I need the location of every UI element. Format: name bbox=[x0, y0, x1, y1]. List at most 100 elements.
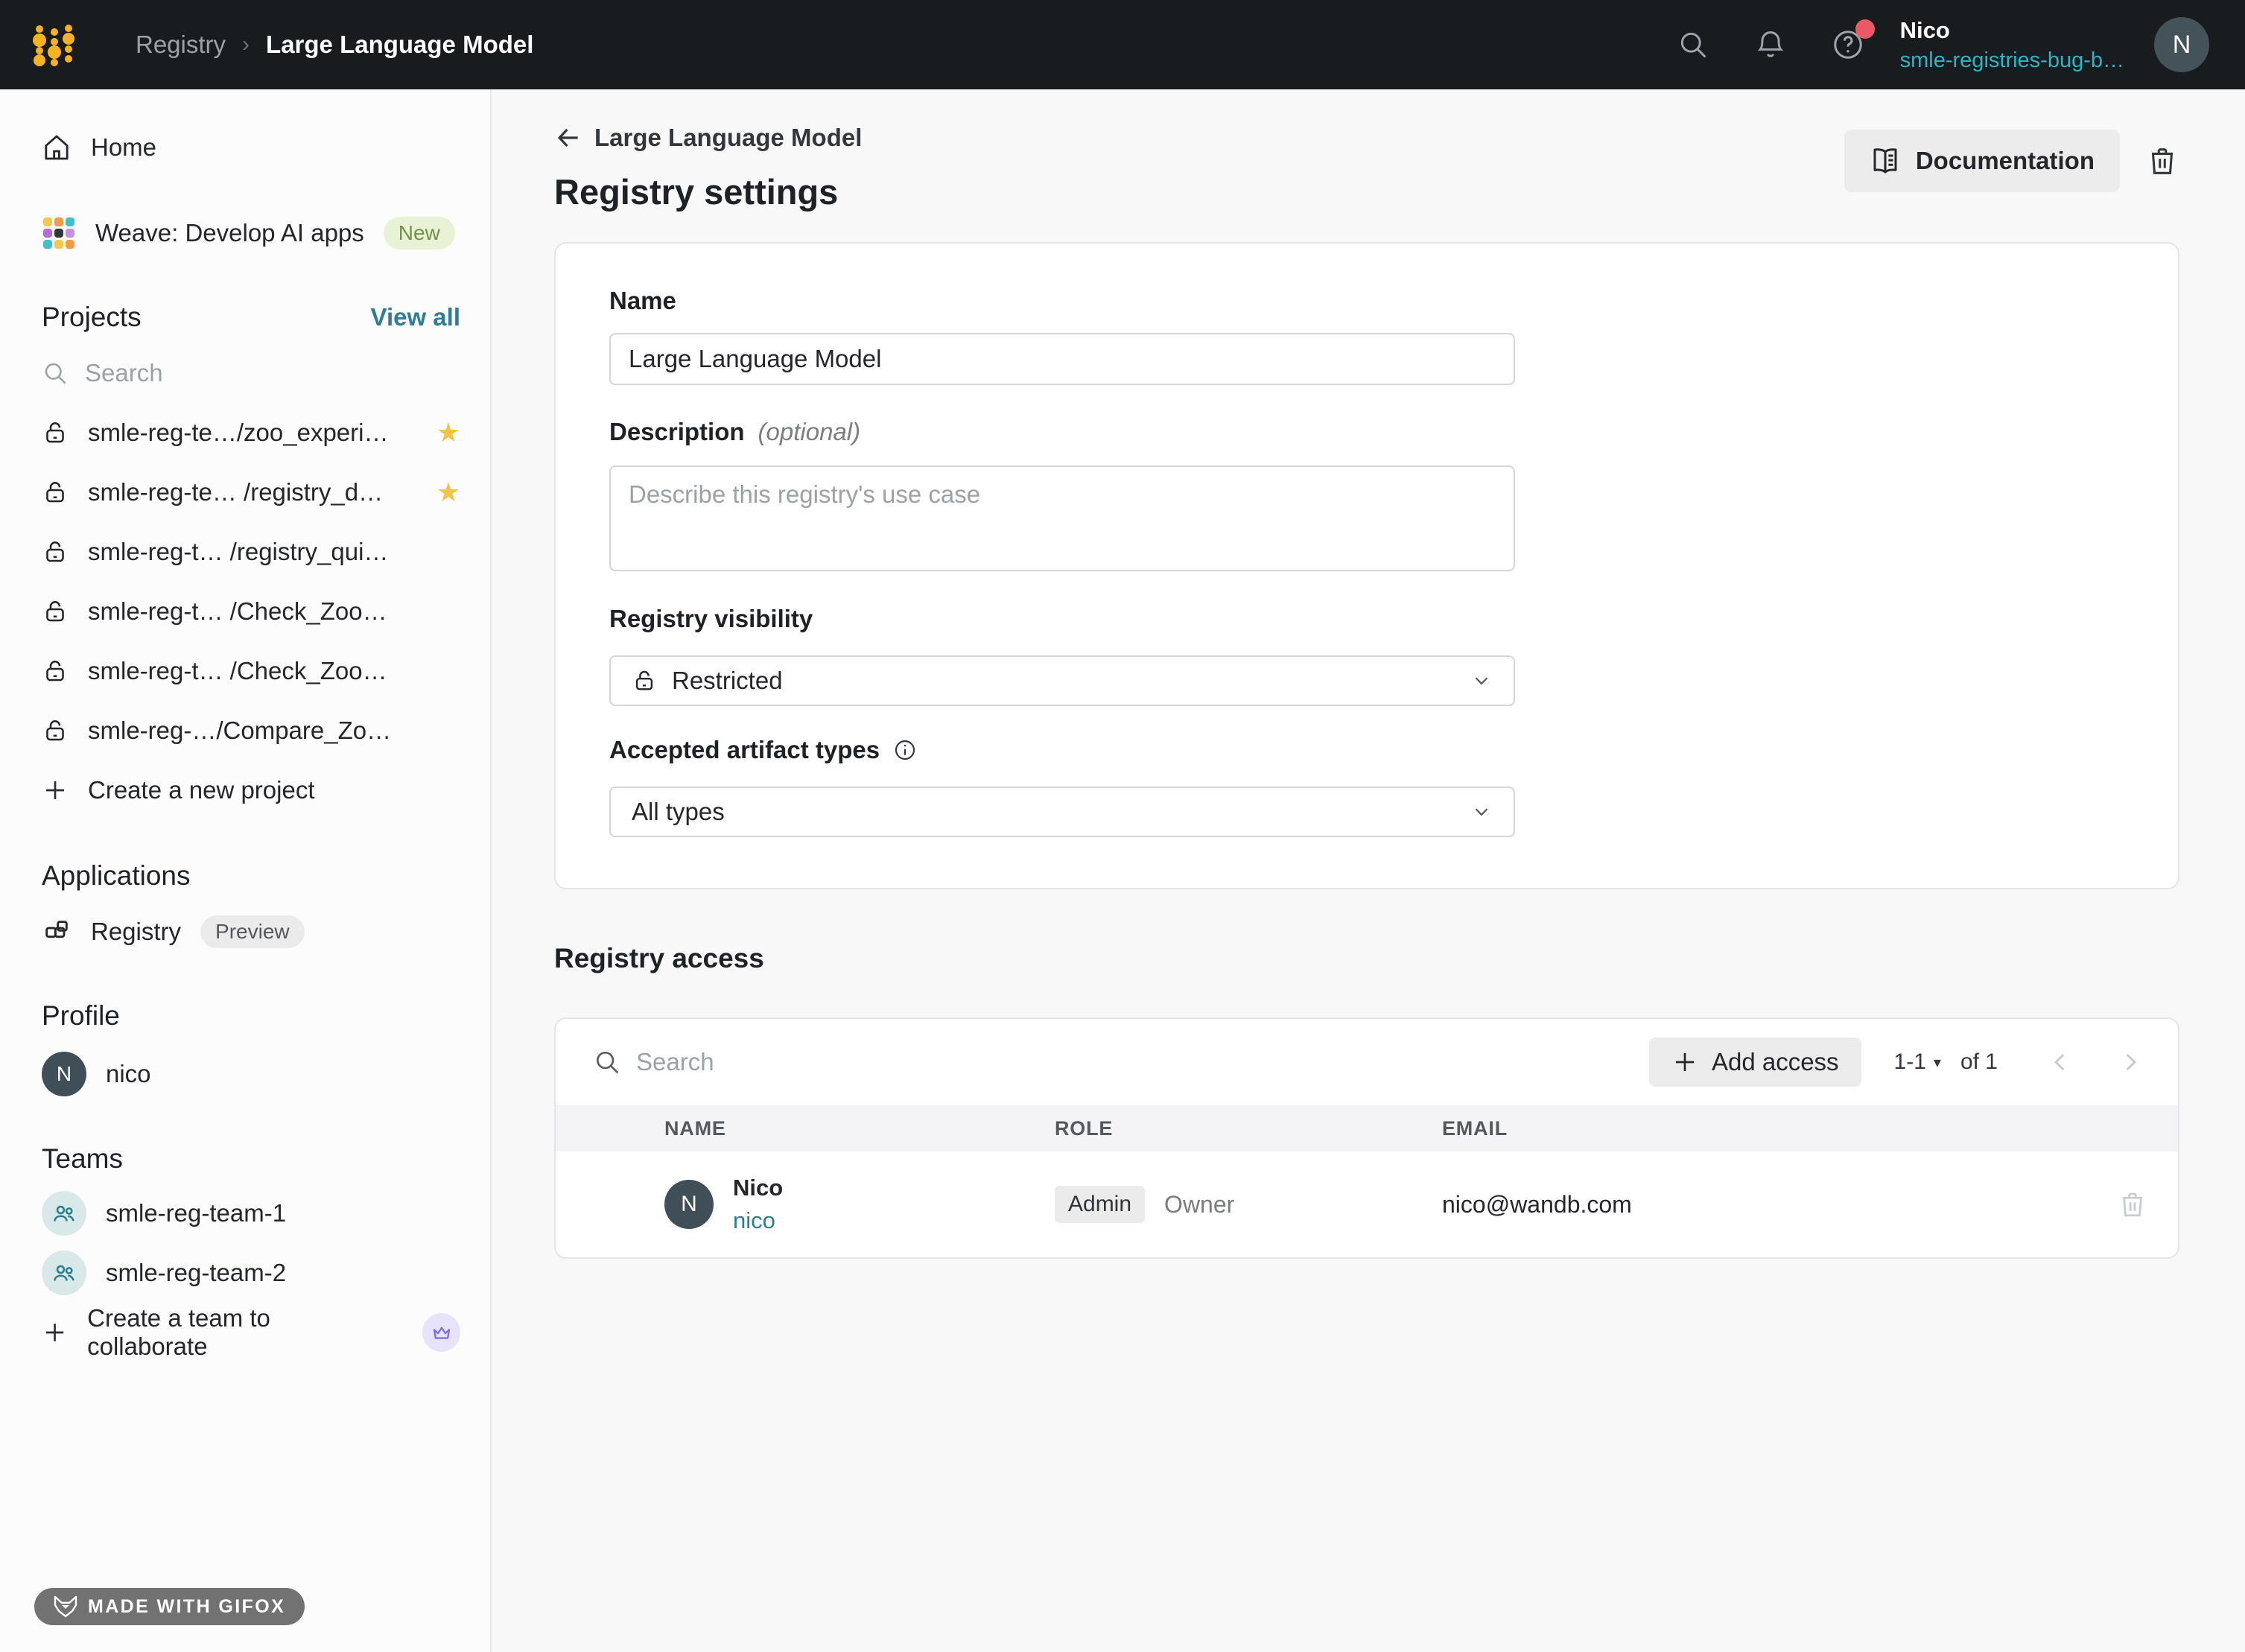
sidebar-project-item[interactable]: smle-reg-t… /Check_Zoo… bbox=[42, 649, 460, 693]
back-arrow-icon bbox=[557, 128, 578, 147]
pagination-range: 1-1 bbox=[1893, 1049, 1926, 1074]
top-navbar: Registry › Large Language Model Nico sml… bbox=[0, 0, 2245, 89]
help-icon[interactable] bbox=[1829, 19, 1875, 64]
create-project-label: Create a new project bbox=[88, 776, 315, 804]
access-search-input[interactable]: Search bbox=[593, 1048, 1649, 1076]
back-link[interactable]: Large Language Model bbox=[554, 124, 862, 152]
info-icon[interactable] bbox=[893, 738, 917, 762]
main-content: Large Language Model Registry settings D… bbox=[492, 89, 2245, 1652]
visibility-select[interactable]: Restricted bbox=[609, 655, 1515, 706]
lock-icon bbox=[46, 719, 64, 741]
table-row: N Nico nico Admin Owner nico@wandb.com bbox=[556, 1151, 2178, 1257]
breadcrumb-separator-icon: › bbox=[242, 32, 250, 57]
registry-grid-icon bbox=[45, 921, 68, 938]
pagination-range-dropdown[interactable]: 1-1 ▾ bbox=[1894, 1049, 1941, 1075]
profile-username: nico bbox=[106, 1060, 151, 1087]
artifact-types-label: Accepted artifact types bbox=[609, 736, 2124, 764]
create-team-label: Create a team to collaborate bbox=[87, 1304, 270, 1360]
name-label: Name bbox=[609, 287, 676, 314]
delete-registry-button[interactable] bbox=[2145, 144, 2179, 178]
applications-title: Applications bbox=[42, 860, 191, 891]
description-textarea[interactable] bbox=[609, 466, 1515, 571]
chevron-right-icon[interactable] bbox=[2115, 1047, 2145, 1077]
project-label: smle-reg-te… /registry_d… bbox=[88, 478, 384, 506]
sidebar-project-item[interactable]: smle-reg-t… /registry_qui… bbox=[42, 530, 460, 574]
caret-down-icon: ▾ bbox=[1933, 1054, 1941, 1071]
sidebar-project-item[interactable]: smle-reg-…/Compare_Zo… bbox=[42, 708, 460, 753]
chevron-left-icon[interactable] bbox=[2045, 1047, 2075, 1077]
search-icon[interactable] bbox=[1674, 25, 1712, 64]
nav-user-name: Nico bbox=[1899, 16, 1950, 43]
registry-access-title: Registry access bbox=[554, 943, 764, 973]
sidebar-item-weave[interactable]: Weave: Develop AI apps New bbox=[42, 211, 460, 255]
sidebar-team-item[interactable]: smle-reg-team-1 bbox=[42, 1191, 460, 1236]
sidebar-search-placeholder: Search bbox=[85, 359, 163, 387]
sidebar-project-item[interactable]: smle-reg-te…/zoo_experi… ★ bbox=[42, 410, 460, 455]
visibility-label: Registry visibility bbox=[609, 605, 813, 632]
profile-section-header: Profile bbox=[42, 1000, 460, 1032]
lock-icon bbox=[46, 600, 64, 622]
sidebar-profile-user[interactable]: N nico bbox=[42, 1052, 460, 1096]
wandb-logo-icon[interactable] bbox=[33, 22, 76, 67]
member-name: Nico bbox=[733, 1175, 784, 1201]
create-team-button[interactable]: Create a team to collaborate bbox=[42, 1304, 460, 1360]
nav-user-team[interactable]: smle-registries-bug-b… bbox=[1900, 48, 2124, 73]
project-label: smle-reg-t… /Check_Zoo… bbox=[88, 657, 387, 684]
documentation-label: Documentation bbox=[1915, 147, 2095, 174]
chevron-down-icon bbox=[1475, 808, 1488, 816]
projects-title: Projects bbox=[42, 302, 142, 332]
project-label: smle-reg-t… /Check_Zoo… bbox=[88, 597, 387, 625]
new-badge: New bbox=[383, 217, 455, 250]
star-icon[interactable]: ★ bbox=[436, 477, 460, 508]
chevron-down-icon bbox=[1475, 677, 1488, 685]
add-access-button[interactable]: Add access bbox=[1648, 1038, 1861, 1087]
avatar[interactable]: N bbox=[2154, 17, 2209, 72]
documentation-button[interactable]: Documentation bbox=[1844, 130, 2120, 192]
remove-access-trash-icon[interactable] bbox=[2117, 1189, 2148, 1220]
page-title: Registry settings bbox=[554, 172, 839, 212]
access-search-placeholder: Search bbox=[636, 1048, 714, 1076]
sidebar-team-item[interactable]: smle-reg-team-2 bbox=[42, 1251, 460, 1295]
create-project-button[interactable]: Create a new project bbox=[42, 768, 460, 813]
column-header-email: EMAIL bbox=[1442, 1116, 1508, 1140]
sidebar: Home Weave: Develop AI apps New Projects… bbox=[0, 89, 492, 1652]
sidebar-item-home[interactable]: Home bbox=[42, 125, 460, 170]
notifications-bell-icon[interactable] bbox=[1751, 25, 1790, 64]
preview-badge: Preview bbox=[200, 915, 305, 948]
plus-icon bbox=[45, 1324, 64, 1341]
trash-icon bbox=[2151, 148, 2173, 174]
registry-access-card: Search Add access 1-1 ▾ of 1 NAME ROLE E… bbox=[554, 1017, 2179, 1259]
artifact-types-select[interactable]: All types bbox=[609, 787, 1515, 837]
projects-section-header: Projects View all bbox=[42, 302, 460, 333]
description-label-text: Description bbox=[609, 418, 745, 445]
avatar: N bbox=[664, 1180, 714, 1229]
description-optional-text: (optional) bbox=[758, 418, 861, 445]
back-link-label: Large Language Model bbox=[594, 124, 863, 151]
project-label: smle-reg-t… /registry_qui… bbox=[88, 538, 389, 565]
plus-icon bbox=[1675, 1053, 1694, 1071]
team-label: smle-reg-team-1 bbox=[106, 1199, 287, 1227]
registry-label: Registry bbox=[91, 918, 182, 945]
project-label: smle-reg-te…/zoo_experi… bbox=[88, 419, 389, 446]
star-icon[interactable]: ★ bbox=[436, 417, 460, 448]
name-input[interactable] bbox=[609, 333, 1515, 385]
team-icon bbox=[42, 1191, 86, 1236]
sidebar-home-label: Home bbox=[91, 133, 157, 161]
nav-user-menu[interactable]: Nico smle-registries-bug-b… bbox=[1900, 17, 2124, 73]
role-badge[interactable]: Admin bbox=[1055, 1186, 1146, 1223]
teams-section-header: Teams bbox=[42, 1143, 460, 1175]
access-table-header: NAME ROLE EMAIL bbox=[556, 1105, 2178, 1151]
sidebar-project-item[interactable]: smle-reg-te… /registry_d… ★ bbox=[42, 470, 460, 515]
crown-icon bbox=[422, 1313, 460, 1352]
member-username-link[interactable]: nico bbox=[733, 1207, 783, 1234]
team-icon bbox=[42, 1251, 86, 1295]
applications-section-header: Applications bbox=[42, 860, 460, 892]
lock-icon bbox=[46, 660, 64, 682]
view-all-link[interactable]: View all bbox=[371, 303, 460, 331]
book-icon bbox=[1873, 148, 1897, 174]
breadcrumb-registry[interactable]: Registry bbox=[136, 31, 226, 59]
lock-icon bbox=[635, 670, 653, 690]
sidebar-item-registry[interactable]: Registry Preview bbox=[42, 909, 460, 954]
sidebar-search-input[interactable]: Search bbox=[42, 352, 460, 394]
sidebar-project-item[interactable]: smle-reg-t… /Check_Zoo… bbox=[42, 589, 460, 634]
